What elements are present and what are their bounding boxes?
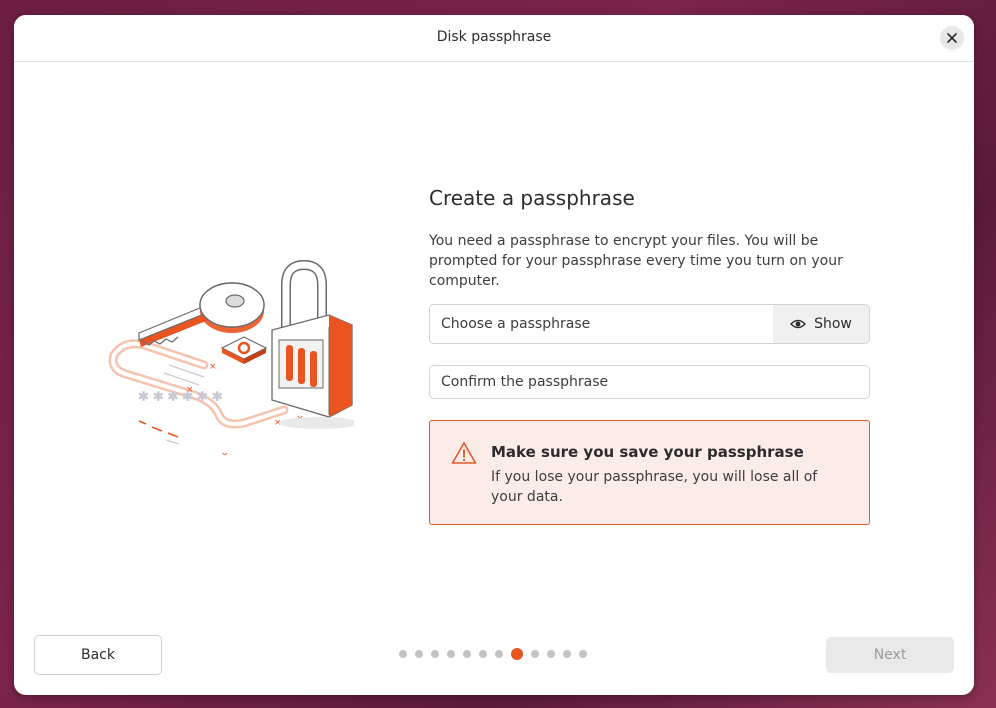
page-description: You need a passphrase to encrypt your fi…	[429, 233, 843, 289]
show-label: Show	[814, 316, 852, 332]
passphrase-input[interactable]	[430, 305, 773, 343]
progress-dot	[563, 650, 571, 658]
progress-dot	[547, 650, 555, 658]
passphrase-form: Create a passphrase You need a passphras…	[429, 185, 870, 525]
progress-dot	[531, 650, 539, 658]
confirm-passphrase-input[interactable]	[429, 365, 870, 399]
disk-passphrase-dialog: Disk passphrase * * * * * * × × × Create…	[14, 15, 974, 695]
progress-dot-current	[511, 648, 523, 660]
progress-dot	[447, 650, 455, 658]
dialog-title: Disk passphrase	[436, 29, 552, 45]
progress-dot	[399, 650, 407, 658]
key-and-padlock-illustration: * * * * * * × × × × ×	[108, 259, 354, 455]
back-button[interactable]: Back	[34, 635, 162, 675]
progress-dot	[415, 650, 423, 658]
warning-icon	[451, 442, 477, 464]
progress-dot	[431, 650, 439, 658]
svg-text:* * * * * *: * * * * * *	[139, 389, 222, 410]
svg-text:×: ×	[186, 385, 194, 395]
warning-banner: Make sure you save your passphrase If yo…	[429, 420, 870, 525]
warning-text: If you lose your passphrase, you will lo…	[491, 469, 818, 505]
show-passphrase-button[interactable]: Show	[773, 305, 869, 343]
progress-dot	[579, 650, 587, 658]
close-button[interactable]	[940, 26, 964, 50]
svg-text:×: ×	[209, 362, 217, 372]
progress-dot	[463, 650, 471, 658]
svg-text:×: ×	[221, 451, 229, 455]
progress-dot	[479, 650, 487, 658]
eye-icon	[790, 319, 807, 329]
next-button[interactable]: Next	[826, 637, 954, 673]
close-icon	[947, 33, 957, 43]
progress-dot	[495, 650, 503, 658]
dialog-header: Disk passphrase	[14, 15, 974, 62]
warning-title: Make sure you save your passphrase	[491, 443, 804, 461]
page-heading: Create a passphrase	[429, 186, 635, 210]
passphrase-field-row: Show	[429, 304, 870, 344]
progress-dots	[399, 648, 587, 660]
